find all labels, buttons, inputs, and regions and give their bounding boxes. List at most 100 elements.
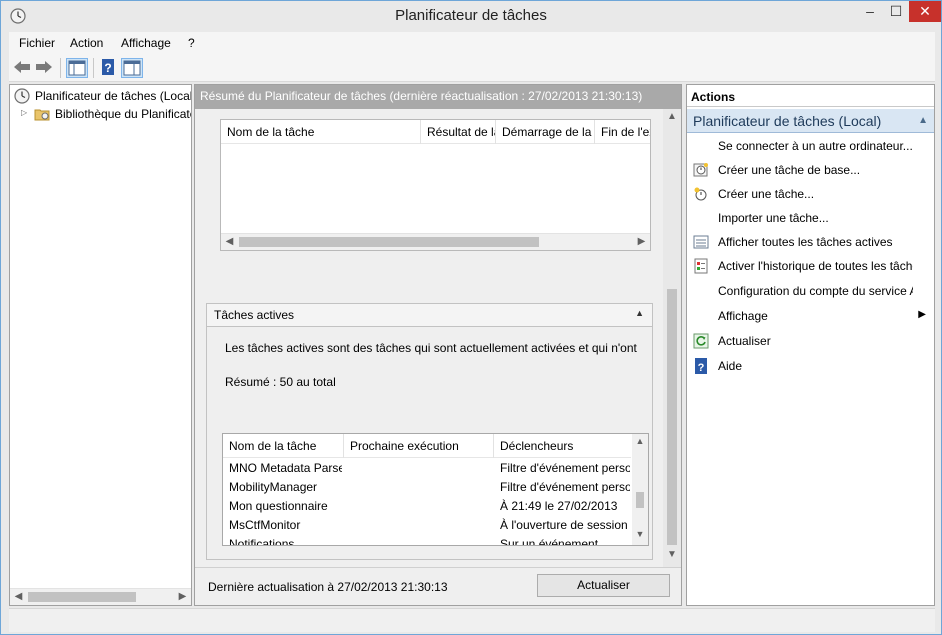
action-at-service-account[interactable]: Configuration du compte du service AT bbox=[687, 279, 934, 303]
column-header[interactable]: Nom de la tâche bbox=[221, 120, 421, 144]
action-import-task[interactable]: Importer une tâche... bbox=[687, 206, 934, 230]
console-tree-icon bbox=[68, 60, 86, 76]
action-help[interactable]: ? Aide bbox=[687, 354, 934, 378]
tree-item-library[interactable]: ▷ Bibliothèque du Planificateur de tâche… bbox=[10, 105, 191, 123]
scroll-left-icon[interactable]: ◀ bbox=[10, 589, 27, 605]
scroll-left-icon[interactable]: ◀ bbox=[221, 234, 238, 250]
grid-vertical-scrollbar[interactable]: ▲ ▼ bbox=[632, 434, 648, 545]
action-label: Créer une tâche... bbox=[718, 187, 815, 201]
show-tree-button[interactable] bbox=[66, 58, 88, 78]
scroll-down-icon[interactable]: ▼ bbox=[632, 529, 648, 539]
tree-horizontal-scrollbar[interactable]: ◀ ▶ bbox=[10, 588, 191, 605]
table-row[interactable]: MNO Metadata Parser Filtre d'événement p… bbox=[223, 459, 631, 478]
forward-button[interactable] bbox=[34, 58, 56, 78]
help-icon: ? bbox=[695, 358, 707, 374]
action-pane-icon bbox=[123, 60, 141, 76]
action-label: Configuration du compte du service AT bbox=[718, 284, 913, 298]
action-label: Créer une tâche de base... bbox=[718, 163, 861, 177]
action-label: Actualiser bbox=[718, 334, 771, 348]
toolbar-separator bbox=[60, 58, 61, 78]
summary-footer: Dernière actualisation à 27/02/2013 21:3… bbox=[195, 567, 681, 605]
table-row[interactable]: MobilityManager Filtre d'événement perso… bbox=[223, 478, 631, 497]
summary-body: Nom de la tâche Résultat de la dernière … bbox=[195, 109, 681, 600]
minimize-button[interactable]: ‒ bbox=[857, 1, 883, 22]
task-name-cell: MsCtfMonitor bbox=[229, 518, 301, 532]
task-status-grid: Nom de la tâche Résultat de la dernière … bbox=[220, 119, 651, 251]
action-label: Activer l'historique de toutes les tâche… bbox=[718, 259, 913, 273]
collapse-icon[interactable]: ▲ bbox=[635, 308, 644, 318]
action-view[interactable]: Affichage ▶ bbox=[687, 304, 934, 328]
maximize-button[interactable]: ☐ bbox=[883, 1, 909, 22]
action-create-basic-task[interactable]: Créer une tâche de base... bbox=[687, 158, 934, 182]
column-header[interactable]: Fin de l'exécution bbox=[595, 120, 650, 144]
column-header[interactable]: Nom de la tâche bbox=[223, 434, 344, 458]
svg-text:?: ? bbox=[104, 61, 111, 75]
menu-action[interactable]: Action bbox=[70, 36, 103, 50]
arrow-right-icon bbox=[36, 61, 52, 73]
active-tasks-grid: Nom de la tâche Prochaine exécution Décl… bbox=[222, 433, 649, 546]
clock-icon bbox=[14, 88, 30, 104]
status-bar bbox=[9, 608, 935, 632]
table-row[interactable]: Mon questionnaire À 21:49 le 27/02/2013 bbox=[223, 497, 631, 516]
toolbar: ? bbox=[9, 54, 935, 82]
column-header[interactable]: Démarrage de la tâche bbox=[496, 120, 595, 144]
menu-affichage[interactable]: Affichage bbox=[121, 36, 171, 50]
trigger-cell: À 21:49 le 27/02/2013 bbox=[500, 499, 618, 513]
tree-item-label: Planificateur de tâches (Local) bbox=[35, 89, 191, 103]
refresh-icon bbox=[693, 333, 709, 349]
menu-fichier[interactable]: Fichier bbox=[19, 36, 55, 50]
action-connect[interactable]: Se connecter à un autre ordinateur... bbox=[687, 134, 934, 158]
column-header[interactable]: Résultat de la dernière exécution bbox=[421, 120, 496, 144]
action-label: Affichage bbox=[718, 309, 768, 323]
scroll-right-icon[interactable]: ▶ bbox=[633, 234, 650, 250]
back-button[interactable] bbox=[12, 58, 34, 78]
tree-item-root[interactable]: Planificateur de tâches (Local) bbox=[10, 87, 191, 105]
table-row[interactable]: Notifications Sur un événement bbox=[223, 535, 631, 545]
actions-pane: Actions Planificateur de tâches (Local) … bbox=[686, 84, 935, 606]
column-header[interactable]: Déclencheurs bbox=[494, 434, 631, 458]
console-tree: Planificateur de tâches (Local) ▷ Biblio… bbox=[9, 84, 192, 606]
scroll-up-icon[interactable]: ▲ bbox=[632, 436, 648, 446]
scrollbar-thumb[interactable] bbox=[28, 592, 136, 602]
action-refresh[interactable]: Actualiser bbox=[687, 329, 934, 353]
grid-horizontal-scrollbar[interactable]: ◀ ▶ bbox=[221, 233, 650, 250]
active-tasks-header[interactable]: Tâches actives ▲ bbox=[206, 303, 653, 327]
scroll-down-icon[interactable]: ▼ bbox=[663, 549, 681, 566]
scrollbar-thumb[interactable] bbox=[667, 289, 677, 545]
toolbar-separator bbox=[93, 58, 94, 78]
action-create-task[interactable]: Créer une tâche... bbox=[687, 182, 934, 206]
task-name-cell: Notifications bbox=[229, 537, 295, 545]
folder-icon bbox=[34, 109, 50, 121]
close-button[interactable]: ✕ bbox=[909, 1, 941, 22]
task-name-cell: MobilityManager bbox=[229, 480, 318, 494]
trigger-cell: À l'ouverture de session de tout utilisa… bbox=[500, 518, 630, 532]
scroll-up-icon[interactable]: ▲ bbox=[663, 111, 681, 128]
actions-group-header[interactable]: Planificateur de tâches (Local) ▲ bbox=[687, 109, 934, 133]
title-bar: Planificateur de tâches ‒ ☐ ✕ bbox=[1, 1, 941, 31]
refresh-button[interactable]: Actualiser bbox=[537, 574, 670, 597]
expand-arrow-icon[interactable]: ▷ bbox=[21, 108, 27, 117]
scroll-right-icon[interactable]: ▶ bbox=[174, 589, 191, 605]
active-tasks-summary: Résumé : 50 au total bbox=[225, 375, 336, 389]
summary-pane: Résumé du Planificateur de tâches (derni… bbox=[194, 84, 682, 606]
action-show-active-tasks[interactable]: Afficher toutes les tâches actives bbox=[687, 230, 934, 254]
action-enable-history[interactable]: Activer l'historique de toutes les tâche… bbox=[687, 254, 934, 278]
table-row[interactable]: MsCtfMonitor À l'ouverture de session de… bbox=[223, 516, 631, 535]
scrollbar-thumb[interactable] bbox=[239, 237, 539, 247]
trigger-cell: Filtre d'événement personnalisé bbox=[500, 461, 630, 475]
summary-vertical-scrollbar[interactable]: ▲ ▼ bbox=[663, 109, 681, 567]
scrollbar-thumb[interactable] bbox=[636, 492, 644, 508]
last-update-text: Dernière actualisation à 27/02/2013 21:3… bbox=[208, 580, 448, 594]
active-tasks-icon bbox=[693, 235, 709, 249]
trigger-cell: Filtre d'événement personnalisé bbox=[500, 480, 630, 494]
menu-help[interactable]: ? bbox=[188, 36, 195, 50]
collapse-icon[interactable]: ▲ bbox=[918, 115, 928, 126]
arrow-left-icon bbox=[14, 61, 30, 73]
help-button[interactable]: ? bbox=[98, 58, 120, 78]
action-label: Aide bbox=[718, 359, 743, 373]
submenu-arrow-icon: ▶ bbox=[918, 309, 926, 320]
actions-title: Actions bbox=[687, 85, 934, 107]
show-action-pane-button[interactable] bbox=[121, 58, 143, 78]
column-header[interactable]: Prochaine exécution bbox=[344, 434, 494, 458]
active-tasks-section: Les tâches actives sont des tâches qui s… bbox=[206, 327, 653, 600]
